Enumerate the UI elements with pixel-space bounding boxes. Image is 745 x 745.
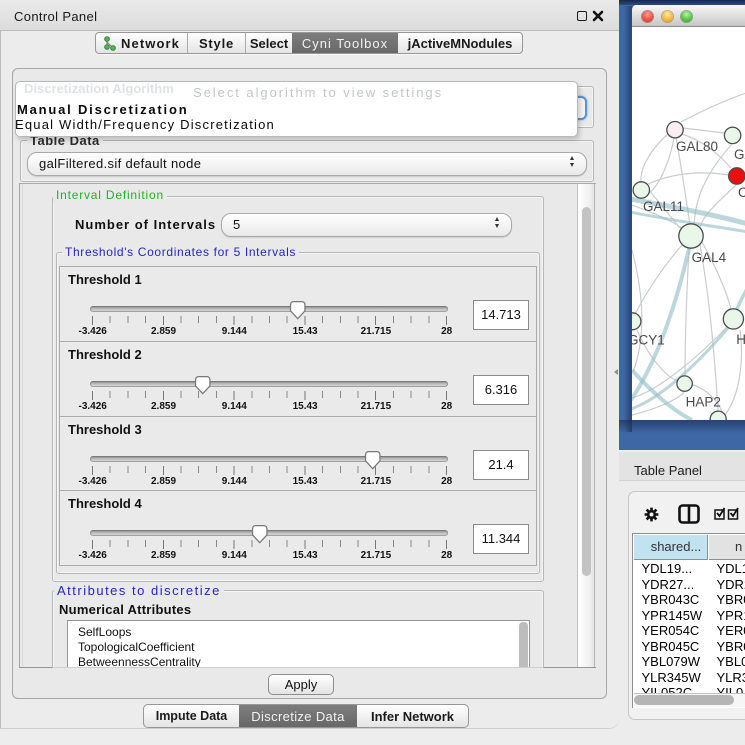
svg-text:HAP2: HAP2 [686, 395, 721, 410]
svg-text:C: C [738, 185, 745, 200]
svg-text:GA: GA [734, 147, 745, 162]
svg-text:GCY1: GCY1 [632, 333, 665, 348]
svg-text:GAL4: GAL4 [692, 250, 727, 265]
svg-text:GAL80: GAL80 [676, 139, 718, 154]
svg-text:GAL11: GAL11 [643, 199, 684, 214]
svg-text:H: H [736, 332, 745, 347]
